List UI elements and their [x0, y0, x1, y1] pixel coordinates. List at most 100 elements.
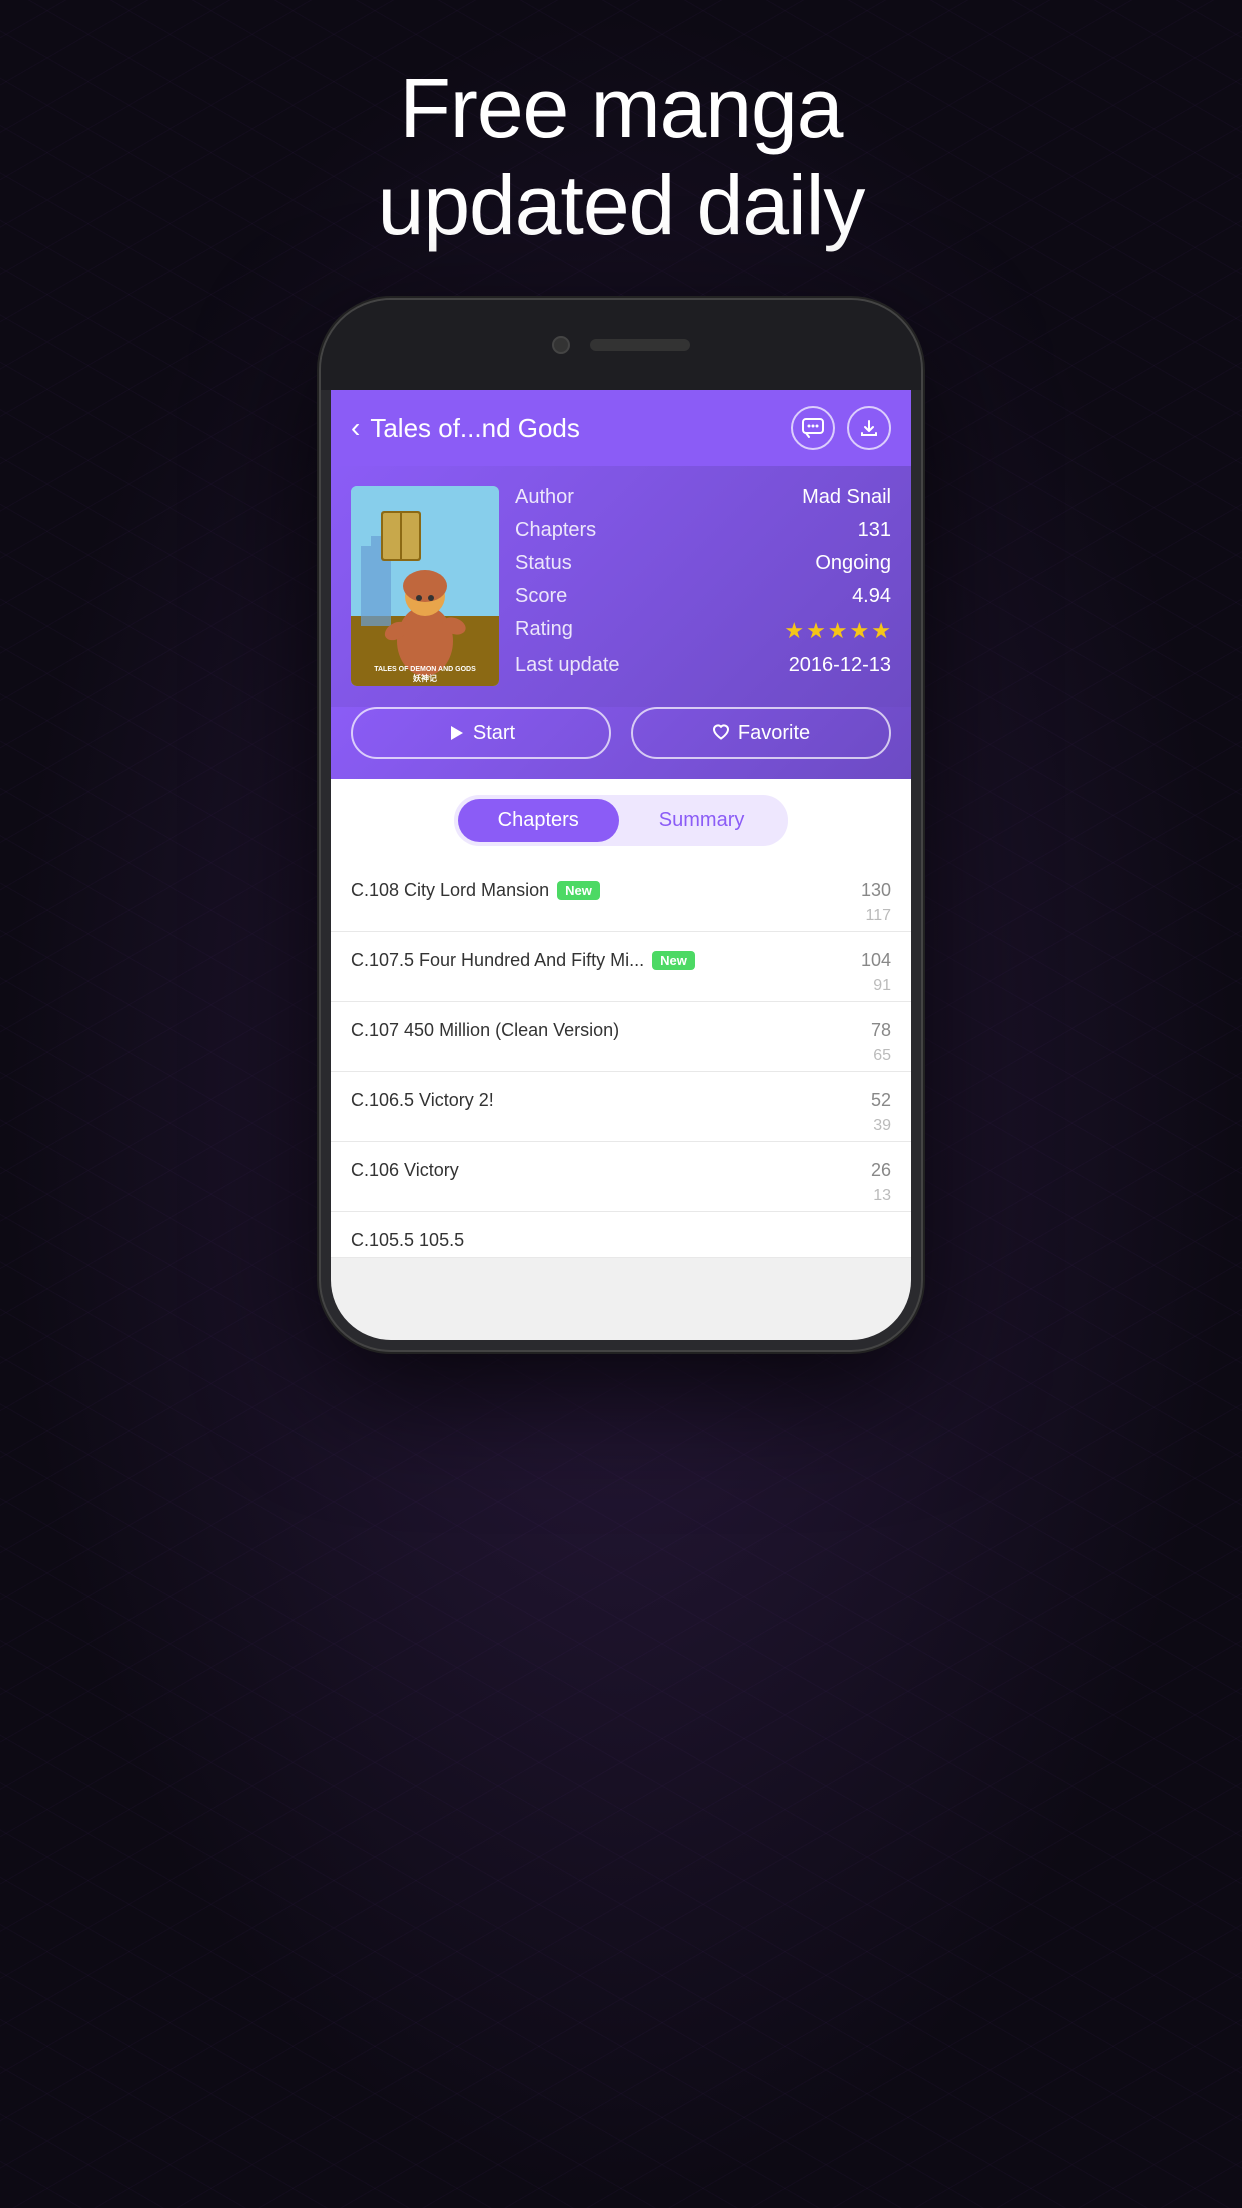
star-4: ★	[850, 618, 870, 644]
manga-details: Author Mad Snail Chapters 131 Status Ong…	[515, 486, 891, 687]
chapter-title-text: C.107.5 Four Hundred And Fifty Mi...	[351, 950, 644, 971]
svg-text:妖神记: 妖神记	[413, 673, 437, 683]
author-row: Author Mad Snail	[515, 486, 891, 509]
status-label: Status	[515, 552, 572, 575]
chapter-num-top: 52	[871, 1090, 891, 1111]
star-1: ★	[784, 618, 804, 644]
tab-bar: Chapters Summary	[331, 779, 911, 862]
favorite-button[interactable]: Favorite	[631, 707, 891, 759]
chapter-title-text: C.106.5 Victory 2!	[351, 1090, 494, 1111]
chapter-title: C.108 City Lord Mansion New	[351, 880, 861, 901]
chapter-title: C.106.5 Victory 2!	[351, 1090, 871, 1111]
download-button[interactable]	[847, 406, 891, 450]
rating-row: Rating ★ ★ ★ ★ ★	[515, 618, 891, 644]
author-label: Author	[515, 486, 574, 509]
author-value: Mad Snail	[802, 486, 891, 509]
chapter-item[interactable]: C.105.5 105.5	[331, 1212, 911, 1258]
chapter-item-inner: C.107.5 Four Hundred And Fifty Mi... New 1…	[351, 932, 891, 977]
svg-text:TALES OF DEMON AND GODS: TALES OF DEMON AND GODS	[374, 666, 476, 673]
chapter-num-bottom: 65	[873, 1047, 891, 1065]
chapter-num-bottom: 117	[865, 907, 891, 925]
tab-chapters-label: Chapters	[498, 809, 579, 831]
manga-info-section: TALES OF DEMON AND GODS 妖神记 Author Mad S…	[331, 466, 911, 707]
chapter-title-text: C.105.5 105.5	[351, 1230, 464, 1251]
chapter-list: C.108 City Lord MansionNew130117C.107.5 …	[331, 862, 911, 1258]
chapter-item-inner: C.105.5 105.5	[351, 1212, 891, 1257]
chapter-item[interactable]: C.107.5 Four Hundred And Fifty Mi... New 1…	[331, 932, 911, 1002]
action-buttons: Start Favorite	[331, 707, 911, 779]
tagline-line1: Free manga	[400, 61, 843, 155]
manga-cover: TALES OF DEMON AND GODS 妖神记	[351, 486, 499, 686]
new-badge: New	[557, 881, 600, 900]
header-left: ‹ Tales of...nd Gods	[351, 412, 580, 444]
chapter-item-inner: C.108 City Lord Mansion New 130	[351, 862, 891, 907]
chapter-num-top: 130	[861, 880, 891, 901]
tagline-line2: updated daily	[378, 158, 865, 252]
phone-speaker	[590, 339, 690, 351]
chapter-title: C.107.5 Four Hundred And Fifty Mi... New	[351, 950, 861, 971]
chapter-item[interactable]: C.106 Victory 26 13	[331, 1142, 911, 1212]
chapter-num-top: 26	[871, 1160, 891, 1181]
chapter-nums: 52	[871, 1090, 891, 1111]
phone-screen: ‹ Tales of...nd Gods	[331, 390, 911, 1340]
status-row: Status Ongoing	[515, 552, 891, 575]
chat-button[interactable]	[791, 406, 835, 450]
chapter-item[interactable]: C.106.5 Victory 2! 52 39	[331, 1072, 911, 1142]
chapter-num-top: 104	[861, 950, 891, 971]
rating-label: Rating	[515, 618, 573, 644]
chapter-title: C.106 Victory	[351, 1160, 871, 1181]
chapter-item[interactable]: C.108 City Lord Mansion New 130 117	[331, 862, 911, 932]
chapters-label: Chapters	[515, 519, 596, 542]
score-row: Score 4.94	[515, 585, 891, 608]
chapter-title: C.105.5 105.5	[351, 1230, 891, 1251]
last-update-value: 2016-12-13	[789, 654, 891, 677]
chapter-item-inner: C.107 450 Million (Clean Version) 78	[351, 1002, 891, 1047]
tab-chapters[interactable]: Chapters	[458, 799, 619, 842]
chapter-item-inner: C.106 Victory 26	[351, 1142, 891, 1187]
chapter-nums: 104	[861, 950, 891, 971]
tab-container: Chapters Summary	[454, 795, 789, 846]
last-update-label: Last update	[515, 654, 620, 677]
chapter-nums: 78	[871, 1020, 891, 1041]
app-header: ‹ Tales of...nd Gods	[331, 390, 911, 466]
chapter-item[interactable]: C.107 450 Million (Clean Version) 78 65	[331, 1002, 911, 1072]
status-value: Ongoing	[815, 552, 891, 575]
chapter-num-secondary-row: 13	[351, 1187, 891, 1211]
chapters-value: 131	[858, 519, 891, 542]
score-label: Score	[515, 585, 567, 608]
chapter-num-top: 78	[871, 1020, 891, 1041]
chapters-row: Chapters 131	[515, 519, 891, 542]
chapter-title-text: C.106 Victory	[351, 1160, 459, 1181]
chapter-num-secondary-row: 65	[351, 1047, 891, 1071]
chapter-num-secondary-row: 91	[351, 977, 891, 1001]
chapter-num-bottom: 39	[873, 1117, 891, 1135]
star-2: ★	[806, 618, 826, 644]
last-update-row: Last update 2016-12-13	[515, 654, 891, 677]
chapter-num-secondary-row: 39	[351, 1117, 891, 1141]
chapter-num-bottom: 13	[873, 1187, 891, 1205]
chapter-nums: 130	[861, 880, 891, 901]
phone-top-bar	[321, 300, 921, 390]
chapter-title: C.107 450 Million (Clean Version)	[351, 1020, 871, 1041]
chapter-item-inner: C.106.5 Victory 2! 52	[351, 1072, 891, 1117]
chapter-num-bottom: 91	[873, 977, 891, 995]
star-rating: ★ ★ ★ ★ ★	[784, 618, 891, 644]
tagline: Free manga updated daily	[0, 60, 1242, 253]
star-3: ★	[828, 618, 848, 644]
phone-frame: ‹ Tales of...nd Gods	[321, 300, 921, 1350]
favorite-button-label: Favorite	[738, 722, 810, 745]
star-5: ★	[871, 618, 891, 644]
tab-summary[interactable]: Summary	[619, 799, 785, 842]
new-badge: New	[652, 951, 695, 970]
tab-summary-label: Summary	[659, 809, 745, 831]
chapter-title-text: C.108 City Lord Mansion	[351, 880, 549, 901]
back-button[interactable]: ‹	[351, 412, 360, 444]
chapter-nums: 26	[871, 1160, 891, 1181]
header-right	[791, 406, 891, 450]
start-button[interactable]: Start	[351, 707, 611, 759]
chapter-title-text: C.107 450 Million (Clean Version)	[351, 1020, 619, 1041]
chapter-num-secondary-row: 117	[351, 907, 891, 931]
start-button-label: Start	[473, 722, 515, 745]
score-value: 4.94	[852, 585, 891, 608]
page-title: Tales of...nd Gods	[370, 413, 580, 444]
